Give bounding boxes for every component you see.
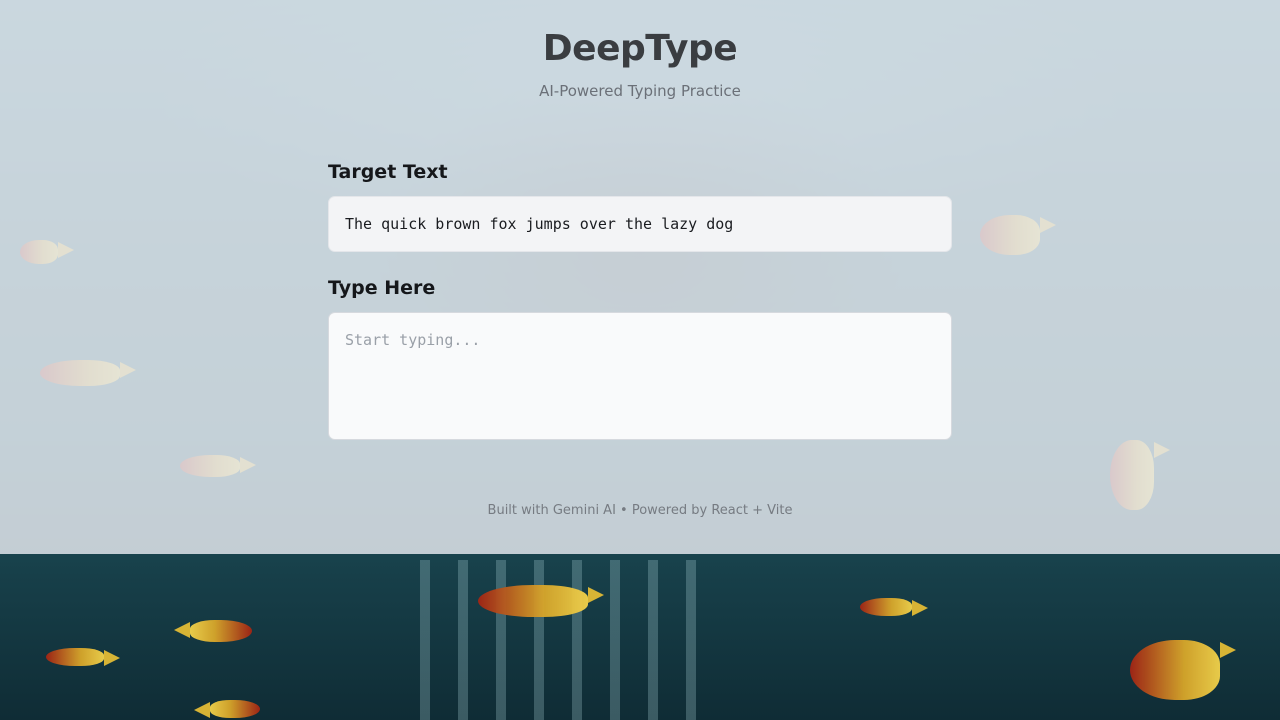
fish-image (860, 598, 928, 616)
target-text-box: The quick brown fox jumps over the lazy … (328, 196, 952, 252)
target-text-label: Target Text (328, 161, 448, 183)
fish-image (210, 700, 260, 718)
light-rays (420, 560, 720, 720)
fish-image (190, 620, 252, 642)
page-subtitle: AI-Powered Typing Practice (539, 82, 741, 100)
typing-input[interactable] (328, 312, 952, 440)
type-here-label: Type Here (328, 277, 436, 299)
fish-image (1130, 640, 1236, 700)
target-text: The quick brown fox jumps over the lazy … (345, 215, 734, 233)
fish-image (478, 585, 604, 617)
page-title: DeepType (542, 28, 738, 69)
fish-image (46, 648, 120, 666)
footer-credits: Built with Gemini AI • Powered by React … (487, 503, 793, 518)
